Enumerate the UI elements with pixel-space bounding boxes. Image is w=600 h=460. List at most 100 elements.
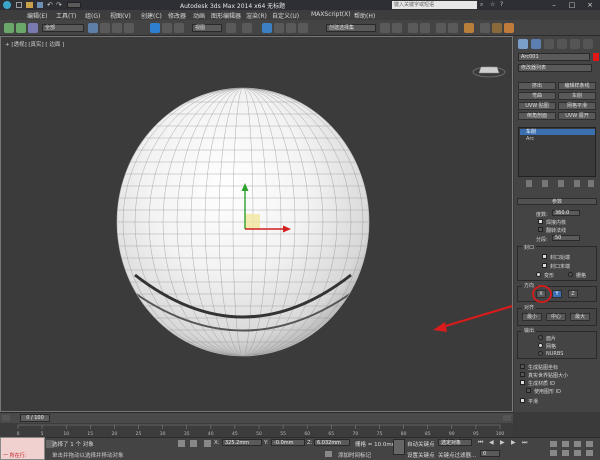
use-shape-ids-checkbox[interactable] (526, 388, 531, 393)
selection-filter-dropdown[interactable]: 全部 (42, 24, 84, 32)
angle-snap-icon[interactable] (274, 23, 284, 33)
pivot-center-icon[interactable] (226, 23, 236, 33)
minimize-button[interactable]: – (545, 0, 563, 10)
play-icon[interactable]: ▶ (500, 439, 505, 446)
mirror-icon[interactable] (380, 23, 390, 33)
rect-selection-icon[interactable] (112, 23, 122, 33)
time-slider-prev-icon[interactable] (2, 415, 10, 421)
key-mode-dropdown[interactable]: 选定对象 (438, 439, 472, 446)
app-logo-icon[interactable] (3, 1, 11, 9)
select-by-name-icon[interactable] (100, 23, 110, 33)
redo-icon[interactable]: ↷ (56, 1, 62, 9)
bind-spacewarp-icon[interactable] (28, 23, 38, 33)
remove-modifier-icon[interactable] (574, 180, 580, 187)
current-frame-field[interactable]: 0 (480, 450, 500, 457)
display-tab-icon[interactable] (570, 39, 580, 49)
align-icon[interactable] (392, 23, 402, 33)
motion-tab-icon[interactable] (557, 39, 567, 49)
modifier-uvw-map-button[interactable]: UVW 贴图 (518, 102, 556, 110)
modifier-meshsmooth-button[interactable]: 网格平滑 (558, 102, 596, 110)
new-file-icon[interactable] (16, 2, 22, 8)
gen-mat-ids-checkbox[interactable] (520, 380, 525, 385)
time-tag-icon[interactable] (325, 451, 332, 457)
menu-help[interactable]: 帮助(H) (354, 11, 375, 20)
z-coord-field[interactable]: 6.032mm (314, 439, 350, 446)
rendered-frame-icon[interactable] (492, 23, 502, 33)
grid-radio[interactable] (568, 272, 573, 277)
zoom-all-icon[interactable] (562, 441, 569, 447)
add-time-tag-text[interactable]: 添加时间标记 (338, 451, 371, 459)
menu-maxscript[interactable]: MAXScript(X) (311, 11, 351, 18)
render-setup-icon[interactable] (480, 23, 490, 33)
isolate-selection-icon[interactable] (178, 440, 185, 447)
modifier-lathe-button[interactable]: 车削 (558, 92, 596, 100)
flip-normals-checkbox[interactable] (538, 227, 543, 232)
cap-end-checkbox[interactable] (542, 263, 547, 268)
zoom-extents-all-icon[interactable] (586, 441, 593, 447)
x-coord-field[interactable]: 325.2mm (222, 439, 262, 446)
open-folder-icon[interactable] (26, 2, 33, 8)
move-icon[interactable] (150, 23, 160, 33)
select-manipulate-icon[interactable] (242, 23, 252, 33)
time-slider-thumb[interactable]: 0 / 100 (20, 414, 50, 422)
select-object-icon[interactable] (88, 23, 98, 33)
modify-tab-icon[interactable] (531, 39, 541, 49)
gen-map-coords-checkbox[interactable] (520, 364, 525, 369)
menu-customize[interactable]: 自定义(U) (272, 11, 299, 20)
y-coord-field[interactable]: -0.0mm (271, 439, 305, 446)
smooth-checkbox[interactable] (520, 398, 525, 403)
real-world-map-checkbox[interactable] (520, 372, 525, 377)
star-icon[interactable]: ☆ (490, 1, 495, 8)
align-max-button[interactable]: 最大 (570, 313, 590, 321)
object-color-swatch[interactable] (593, 53, 599, 61)
goto-start-icon[interactable]: ⏮ (478, 439, 483, 447)
align-min-button[interactable]: 最小 (522, 313, 542, 321)
stack-item-lathe[interactable]: 车削 (520, 129, 595, 135)
binoculars-icon[interactable]: ⌕ (480, 1, 483, 9)
menu-graph-editors[interactable]: 图形编辑器 (211, 11, 241, 20)
field-of-view-icon[interactable] (550, 450, 557, 456)
unlink-icon[interactable] (16, 23, 26, 33)
utilities-tab-icon[interactable] (583, 39, 593, 49)
modifier-bevel-profile-button[interactable]: 倒角剖面 (518, 112, 556, 120)
zoom-icon[interactable] (550, 441, 557, 447)
make-unique-icon[interactable] (558, 180, 564, 187)
stack-item-arc[interactable]: Arc (520, 136, 595, 142)
material-editor-icon[interactable] (464, 23, 474, 33)
create-tab-icon[interactable] (518, 39, 528, 49)
configure-sets-icon[interactable] (588, 180, 594, 187)
menu-create[interactable]: 创建(C) (141, 11, 162, 20)
modifier-edit-spline-button[interactable]: 编辑样条线 (558, 82, 596, 90)
set-key-button[interactable]: 设置关键点 (407, 451, 435, 459)
cap-start-checkbox[interactable] (542, 254, 547, 259)
parameters-rollout-title[interactable]: 参数 (517, 198, 597, 205)
viewcube-icon[interactable] (472, 66, 506, 78)
schematic-view-icon[interactable] (448, 23, 458, 33)
menu-tools[interactable]: 工具(T) (56, 11, 76, 20)
help-icon[interactable]: ? (500, 1, 503, 8)
time-slider-next-icon[interactable] (503, 415, 511, 421)
modifier-list-dropdown[interactable]: 修改器列表 (518, 64, 592, 72)
menu-animation[interactable]: 动画 (193, 11, 205, 20)
output-mesh-radio[interactable] (538, 343, 543, 348)
direction-z-button[interactable]: Z (568, 290, 578, 298)
weld-core-checkbox[interactable] (538, 219, 543, 224)
menu-group[interactable]: 组(G) (85, 11, 100, 20)
maximize-viewport-icon[interactable] (586, 450, 593, 456)
workspace-dropdown[interactable] (67, 2, 81, 8)
menu-views[interactable]: 视图(V) (110, 11, 131, 20)
set-key-icon[interactable] (393, 439, 405, 455)
segments-spinner[interactable]: 50 (552, 235, 580, 241)
auto-key-button[interactable]: 自动关键点 (407, 440, 435, 448)
spinner-snap-icon[interactable] (298, 23, 308, 33)
curve-editor-icon[interactable] (436, 23, 446, 33)
scale-icon[interactable] (174, 23, 184, 33)
pin-stack-icon[interactable] (526, 180, 532, 187)
link-icon[interactable] (4, 23, 14, 33)
rotate-icon[interactable] (162, 23, 172, 33)
modifier-extrude-button[interactable]: 挤出 (518, 82, 556, 90)
time-slider[interactable]: 0 / 100 (0, 412, 513, 423)
maximize-button[interactable]: □ (563, 0, 581, 10)
render-production-icon[interactable] (504, 23, 514, 33)
selection-lock-toggle-icon[interactable] (190, 440, 197, 447)
